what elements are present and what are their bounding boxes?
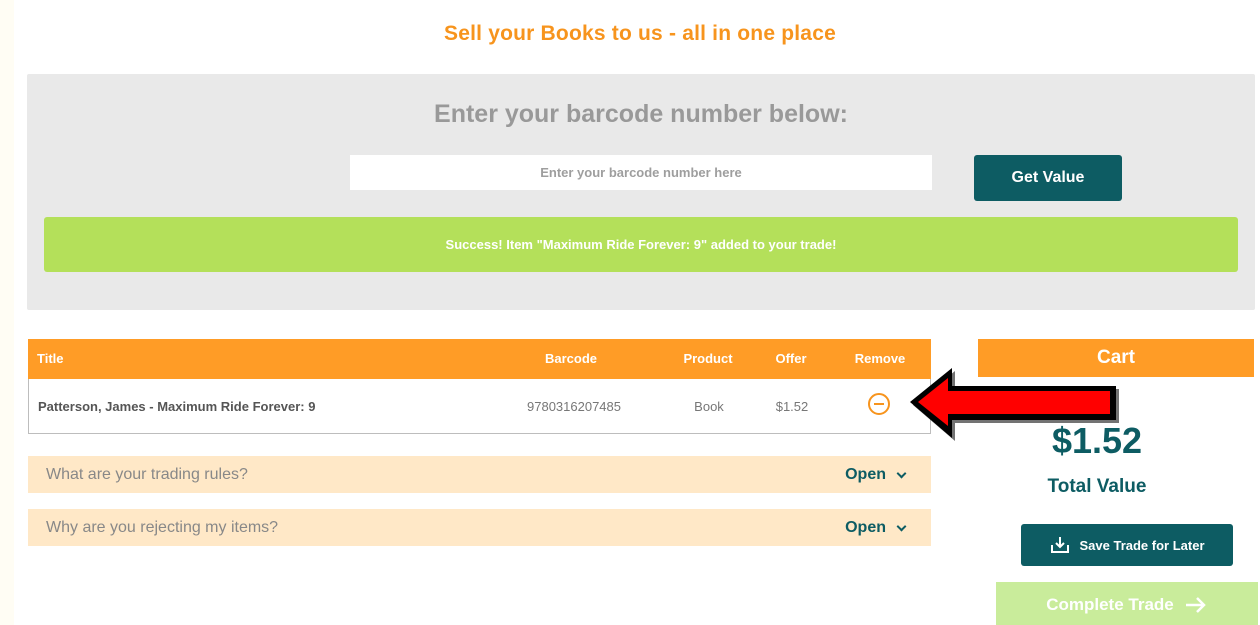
remove-circle-icon[interactable]	[868, 393, 890, 415]
item-product: Book	[694, 399, 724, 414]
header-offer: Offer	[775, 351, 807, 366]
arrow-right-icon	[1185, 597, 1206, 613]
header-remove: Remove	[854, 351, 906, 366]
faq-trading-rules[interactable]: What are your trading rules? Open	[28, 456, 931, 493]
item-offer: $1.52	[775, 399, 809, 414]
get-value-button[interactable]: Get Value	[974, 155, 1122, 201]
trade-items-table: Title Barcode Product Offer Remove Patte…	[28, 339, 931, 434]
barcode-panel: Enter your barcode number below: Get Val…	[27, 74, 1255, 310]
header-title: Title	[37, 351, 64, 366]
header-product: Product	[683, 351, 733, 366]
barcode-panel-title: Enter your barcode number below:	[434, 100, 848, 128]
success-message: Success! Item "Maximum Ride Forever: 9" …	[44, 217, 1238, 272]
item-title: Patterson, James - Maximum Ride Forever:…	[38, 399, 316, 414]
complete-trade-button[interactable]: Complete Trade	[996, 582, 1258, 625]
red-pointer-arrow	[910, 368, 1119, 441]
cart-total-label: Total Value	[1047, 476, 1147, 497]
faq-question: Why are you rejecting my items?	[46, 519, 279, 536]
faq-open-toggle[interactable]: Open	[845, 509, 886, 546]
faq-open-toggle[interactable]: Open	[845, 456, 886, 493]
download-icon	[1050, 537, 1069, 553]
save-trade-button[interactable]: Save Trade for Later	[1021, 524, 1233, 566]
table-header-row: Title Barcode Product Offer Remove	[28, 339, 931, 379]
page-headline: Sell your Books to us - all in one place	[444, 22, 836, 45]
complete-trade-label: Complete Trade	[1046, 595, 1174, 614]
chevron-down-icon	[896, 468, 907, 479]
chevron-down-icon	[896, 521, 907, 532]
faq-question: What are your trading rules?	[46, 466, 248, 483]
item-barcode: 9780316207485	[527, 399, 621, 414]
table-row: Patterson, James - Maximum Ride Forever:…	[28, 379, 931, 434]
save-trade-label: Save Trade for Later	[1079, 537, 1205, 553]
faq-rejecting-items[interactable]: Why are you rejecting my items? Open	[28, 509, 931, 546]
header-barcode: Barcode	[544, 351, 598, 366]
barcode-input[interactable]	[350, 155, 932, 190]
